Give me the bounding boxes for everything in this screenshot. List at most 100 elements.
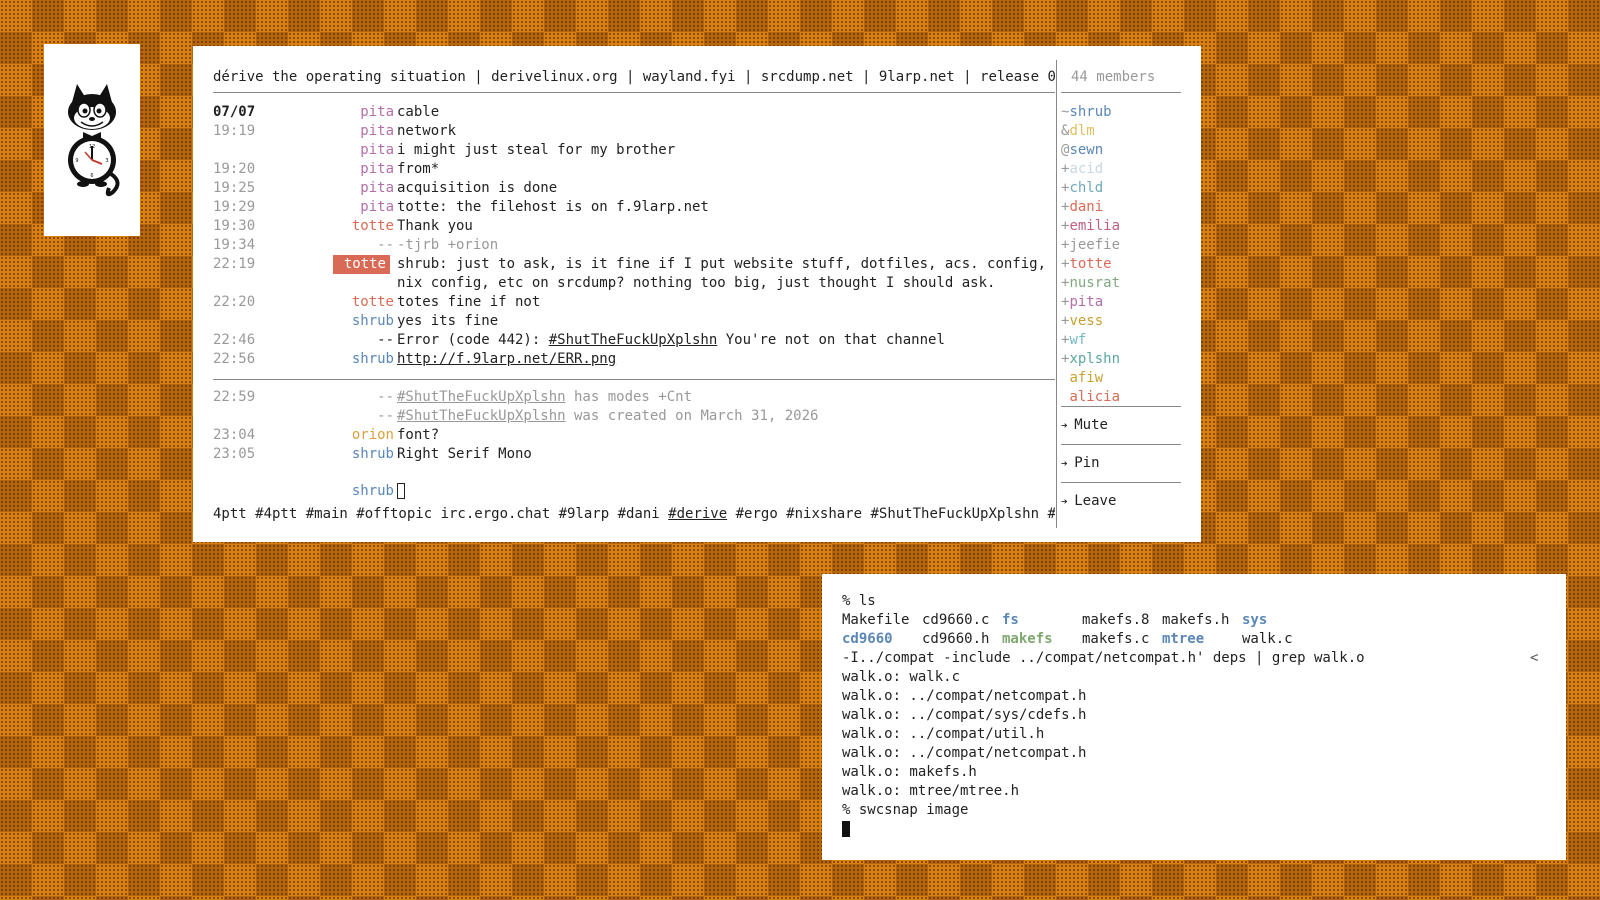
- action-leave[interactable]: ➔ Leave: [1061, 492, 1116, 511]
- action-mute[interactable]: ➔ Mute: [1061, 416, 1108, 435]
- member-item[interactable]: afiw: [1061, 369, 1103, 388]
- message-nick[interactable]: pita: [331, 103, 394, 122]
- member-name[interactable]: dani: [1069, 199, 1103, 215]
- arrow-right-icon: ➔: [1061, 457, 1075, 470]
- message-timestamp: 22:59: [213, 389, 256, 405]
- output-line: walk.o: ../compat/netcompat.h: [842, 745, 1087, 761]
- action-label: Pin: [1074, 455, 1100, 471]
- member-name[interactable]: acid: [1069, 161, 1103, 177]
- prompt-line-current: % swcsnap image: [842, 802, 969, 818]
- ls-row-2: cd9660 cd9660.h makefs makefs.c mtree walk.c: [842, 630, 1542, 649]
- buffer-current[interactable]: #derive: [668, 506, 727, 522]
- output-line: walk.o: ../compat/netcompat.h: [842, 688, 1087, 704]
- message-nick[interactable]: totte: [333, 255, 390, 274]
- message-timestamp: 19:29: [213, 199, 256, 215]
- message-row: 22:56 shrub http://f.9larp.net/ERR.png: [213, 350, 1055, 369]
- block-cursor-icon: [842, 821, 850, 837]
- file-entry: sys: [1242, 612, 1268, 628]
- message-nick[interactable]: shrub: [331, 312, 394, 331]
- clock-widget: 12 3 6 9: [44, 44, 140, 236]
- members-divider-top: [1061, 92, 1181, 93]
- member-name[interactable]: totte: [1069, 256, 1111, 272]
- member-item[interactable]: +pita: [1061, 293, 1103, 312]
- message-text: Error (code 442): #ShutTheFuckUpXplshn Y…: [397, 332, 945, 348]
- message-link[interactable]: #ShutTheFuckUpXplshn: [397, 389, 566, 405]
- member-name[interactable]: wf: [1069, 332, 1086, 348]
- member-name[interactable]: xplshn: [1069, 351, 1120, 367]
- member-item[interactable]: +wf: [1061, 331, 1086, 350]
- member-name[interactable]: emilia: [1069, 218, 1120, 234]
- message-nick[interactable]: --: [331, 331, 394, 350]
- message-nick[interactable]: pita: [331, 160, 394, 179]
- message-text: Right Serif Mono: [397, 446, 532, 462]
- message-timestamp: 22:56: [213, 351, 256, 367]
- message-nick[interactable]: pita: [331, 122, 394, 141]
- svg-text:6: 6: [90, 173, 93, 179]
- message-text: network: [397, 123, 457, 139]
- topic-divider: [213, 92, 1055, 93]
- member-name[interactable]: jeefie: [1069, 237, 1120, 253]
- member-name[interactable]: nusrat: [1069, 275, 1120, 291]
- member-item[interactable]: @sewn: [1061, 141, 1103, 160]
- message-row: 22:59 -- #ShutTheFuckUpXplshn has modes +C…: [213, 388, 1055, 407]
- member-item[interactable]: +jeefie: [1061, 236, 1120, 255]
- message-nick[interactable]: shrub: [331, 350, 394, 369]
- member-item[interactable]: ~shrub: [1061, 103, 1112, 122]
- member-item[interactable]: &dlm: [1061, 122, 1095, 141]
- message-row: 19:20 pita from*: [213, 160, 1055, 179]
- message-nick[interactable]: --: [331, 407, 394, 426]
- terminal-window[interactable]: % ls Makefile cd9660.c fs makefs.8 makefs.h s…: [822, 574, 1566, 860]
- svg-text:9: 9: [75, 158, 78, 164]
- action-divider: [1061, 444, 1181, 445]
- member-name[interactable]: sewn: [1069, 142, 1103, 158]
- message-row: 22:19 totte shrub: just to ask, is it fine…: [213, 255, 1055, 293]
- message-link[interactable]: #ShutTheFuckUpXplshn: [397, 408, 566, 424]
- message-link[interactable]: http://f.9larp.net/ERR.png: [397, 351, 616, 367]
- message-link[interactable]: #ShutTheFuckUpXplshn: [549, 332, 718, 348]
- member-item[interactable]: +totte: [1061, 255, 1112, 274]
- member-item[interactable]: +nusrat: [1061, 274, 1120, 293]
- member-name[interactable]: afiw: [1069, 370, 1103, 386]
- message-row: 23:05 shrub Right Serif Mono: [213, 445, 1055, 464]
- message-row: shrub yes its fine: [213, 312, 1055, 331]
- input-line[interactable]: shrub: [213, 482, 1055, 501]
- buffer-list-after[interactable]: #ergo #nixshare #ShutTheFuckUpXplshn #sr…: [727, 506, 1055, 522]
- member-item[interactable]: +emilia: [1061, 217, 1120, 236]
- member-item[interactable]: +acid: [1061, 160, 1103, 179]
- member-name[interactable]: vess: [1069, 313, 1103, 329]
- message-input[interactable]: [397, 482, 1055, 501]
- message-nick[interactable]: pita: [331, 198, 394, 217]
- action-pin[interactable]: ➔ Pin: [1061, 454, 1100, 473]
- member-name[interactable]: dlm: [1069, 123, 1094, 139]
- buffer-list[interactable]: 4ptt #4ptt #main #offtopic irc.ergo.chat…: [213, 505, 1055, 524]
- member-name[interactable]: chld: [1069, 180, 1103, 196]
- file-entry: makefs.c: [1082, 631, 1150, 647]
- member-item[interactable]: +vess: [1061, 312, 1103, 331]
- message-row: 07/07 pita cable: [213, 103, 1055, 122]
- message-timestamp: 19:34: [213, 237, 256, 253]
- message-nick[interactable]: shrub: [331, 445, 394, 464]
- member-name[interactable]: alicia: [1069, 389, 1120, 405]
- message-nick[interactable]: pita: [331, 179, 394, 198]
- buffer-list-before[interactable]: 4ptt #4ptt #main #offtopic irc.ergo.chat…: [213, 506, 668, 522]
- command-line: -I../compat -include ../compat/netcompat…: [842, 650, 1365, 666]
- member-name[interactable]: pita: [1069, 294, 1103, 310]
- message-timestamp: 22:46: [213, 332, 256, 348]
- message-nick[interactable]: pita: [331, 141, 394, 160]
- member-name[interactable]: shrub: [1069, 104, 1111, 120]
- message-timestamp: 22:19: [213, 256, 256, 272]
- message-row: 19:30 totte Thank you: [213, 217, 1055, 236]
- message-text: font?: [397, 427, 440, 443]
- message-nick[interactable]: orion: [331, 426, 394, 445]
- member-item[interactable]: +dani: [1061, 198, 1103, 217]
- message-nick[interactable]: totte: [331, 293, 394, 312]
- message-nick[interactable]: --: [331, 388, 394, 407]
- message-nick[interactable]: totte: [331, 217, 394, 236]
- message-text: totes fine if not: [397, 294, 541, 310]
- member-item[interactable]: +chld: [1061, 179, 1103, 198]
- file-entry: makefs: [1002, 631, 1053, 647]
- member-item[interactable]: +xplshn: [1061, 350, 1120, 369]
- message-nick[interactable]: --: [331, 236, 394, 255]
- message-text: http://f.9larp.net/ERR.png: [397, 350, 1055, 369]
- member-item[interactable]: alicia: [1061, 388, 1120, 407]
